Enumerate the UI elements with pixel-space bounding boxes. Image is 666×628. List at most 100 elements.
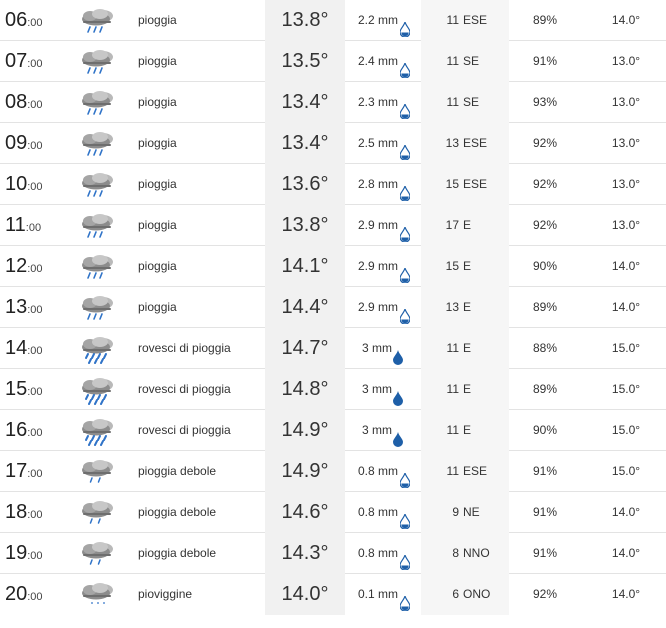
temperature: 13.8° [265, 205, 345, 246]
weather-description: pioggia [138, 300, 177, 314]
raindrop-icon [399, 464, 411, 489]
precipitation-amount: 3 mm [362, 341, 392, 355]
weather-description: pioggia [138, 259, 177, 273]
light-rain-cloud-icon [78, 455, 118, 487]
raindrop-icon [399, 505, 411, 530]
wind-speed: 11 [446, 54, 459, 68]
precipitation: 2.8 mm [358, 164, 414, 205]
wind-speed: 11 [446, 13, 459, 27]
wind-speed: 17 [445, 218, 459, 232]
weather-description: pioggia [138, 136, 177, 150]
wind-cell: 11 E [421, 369, 509, 410]
forecast-row[interactable]: 07:00 pioggia 13.5° 2.4 mm 11 SE 91% 13.… [0, 41, 666, 82]
wind-cell: 11 ESE [421, 451, 509, 492]
weather-description: pioggia debole [138, 546, 217, 560]
precipitation: 2.9 mm [358, 205, 414, 246]
temperature: 14.1° [265, 246, 345, 287]
wind-speed: 11 [446, 464, 459, 478]
precipitation-amount: 2.8 mm [358, 177, 399, 191]
weather-description: rovesci di pioggia [138, 341, 231, 355]
forecast-row[interactable]: 08:00 pioggia 13.4° 2.3 mm 11 SE 93% 13.… [0, 82, 666, 123]
weather-description: rovesci di pioggia [138, 382, 231, 396]
precipitation-amount: 3 mm [362, 423, 392, 437]
weather-description: pioggia debole [138, 505, 217, 519]
raindrop-icon [399, 546, 411, 571]
temperature: 14.3° [265, 533, 345, 574]
precipitation-amount: 0.8 mm [358, 546, 399, 560]
forecast-row[interactable]: 19:00 pioggia debole 14.3° 0.8 mm 8 NNO … [0, 533, 666, 574]
temperature: 13.8° [265, 0, 345, 41]
light-rain-cloud-icon [78, 537, 118, 569]
perceived-temperature: 14.0° [611, 259, 641, 273]
precipitation-amount: 0.8 mm [358, 464, 399, 478]
raindrop-icon [393, 423, 403, 447]
humidity: 89% [532, 382, 558, 396]
weather-description: rovesci di pioggia [138, 423, 231, 437]
forecast-row[interactable]: 18:00 pioggia debole 14.6° 0.8 mm 9 NE 9… [0, 492, 666, 533]
rain-cloud-icon [78, 45, 118, 77]
hour-label: 10:00 [5, 173, 43, 195]
wind-cell: 15 E [421, 246, 509, 287]
hour-label: 19:00 [5, 542, 43, 564]
wind-direction: NNO [463, 546, 490, 560]
weather-description: pioggia [138, 13, 177, 27]
rain-cloud-icon [78, 209, 118, 241]
forecast-row[interactable]: 15:00 rovesci di pioggia 14.8° 3 mm 11 E… [0, 369, 666, 410]
wind-speed: 15 [445, 259, 459, 273]
forecast-row[interactable]: 11:00 pioggia 13.8° 2.9 mm 17 E 92% 13.0… [0, 205, 666, 246]
forecast-row[interactable]: 17:00 pioggia debole 14.9° 0.8 mm 11 ESE… [0, 451, 666, 492]
wind-cell: 11 ESE [421, 0, 509, 41]
hour-label: 13:00 [5, 296, 43, 318]
humidity: 92% [532, 177, 558, 191]
humidity: 89% [532, 13, 558, 27]
forecast-row[interactable]: 12:00 pioggia 14.1° 2.9 mm 15 E 90% 14.0… [0, 246, 666, 287]
weather-description: pioggia [138, 218, 177, 232]
wind-speed: 6 [452, 587, 459, 601]
wind-direction: ESE [463, 136, 488, 150]
forecast-row[interactable]: 14:00 rovesci di pioggia 14.7° 3 mm 11 E… [0, 328, 666, 369]
forecast-row[interactable]: 20:00 pioviggine 14.0° 0.1 mm 6 ONO 92% … [0, 574, 666, 615]
perceived-temperature: 15.0° [611, 464, 641, 478]
precipitation: 2.5 mm [358, 123, 414, 164]
wind-speed: 9 [452, 505, 459, 519]
precipitation: 2.2 mm [358, 0, 414, 41]
forecast-row[interactable]: 06:00 pioggia 13.8° 2.2 mm 11 ESE 89% 14… [0, 0, 666, 41]
hour-label: 06:00 [5, 9, 43, 31]
hour-label: 20:00 [5, 583, 43, 605]
precipitation: 3 mm [362, 328, 418, 369]
wind-speed: 13 [445, 300, 459, 314]
forecast-row[interactable]: 13:00 pioggia 14.4° 2.9 mm 13 E 89% 14.0… [0, 287, 666, 328]
weather-description: pioggia [138, 95, 177, 109]
wind-direction: E [463, 259, 472, 273]
precipitation: 2.9 mm [358, 287, 414, 328]
humidity: 92% [532, 218, 558, 232]
perceived-temperature: 13.0° [611, 95, 641, 109]
wind-speed: 11 [446, 423, 459, 437]
precipitation-amount: 2.5 mm [358, 136, 399, 150]
temperature: 14.7° [265, 328, 345, 369]
precipitation-amount: 0.1 mm [358, 587, 399, 601]
perceived-temperature: 13.0° [611, 177, 641, 191]
wind-cell: 11 SE [421, 82, 509, 123]
humidity: 90% [532, 259, 558, 273]
precipitation: 0.8 mm [358, 492, 414, 533]
hour-label: 07:00 [5, 50, 43, 72]
forecast-row[interactable]: 09:00 pioggia 13.4° 2.5 mm 13 ESE 92% 13… [0, 123, 666, 164]
wind-direction: SE [463, 54, 480, 68]
temperature: 14.0° [265, 574, 345, 615]
hour-label: 12:00 [5, 255, 43, 277]
temperature: 13.4° [265, 123, 345, 164]
precipitation: 3 mm [362, 369, 418, 410]
precipitation: 0.1 mm [358, 574, 414, 615]
humidity: 92% [532, 587, 558, 601]
wind-cell: 15 ESE [421, 164, 509, 205]
wind-direction: E [463, 382, 472, 396]
forecast-row[interactable]: 10:00 pioggia 13.6° 2.8 mm 15 ESE 92% 13… [0, 164, 666, 205]
precipitation-amount: 0.8 mm [358, 505, 399, 519]
raindrop-icon [399, 136, 411, 161]
perceived-temperature: 13.0° [611, 136, 641, 150]
forecast-row[interactable]: 16:00 rovesci di pioggia 14.9° 3 mm 11 E… [0, 410, 666, 451]
wind-cell: 13 E [421, 287, 509, 328]
humidity: 89% [532, 300, 558, 314]
temperature: 14.9° [265, 410, 345, 451]
